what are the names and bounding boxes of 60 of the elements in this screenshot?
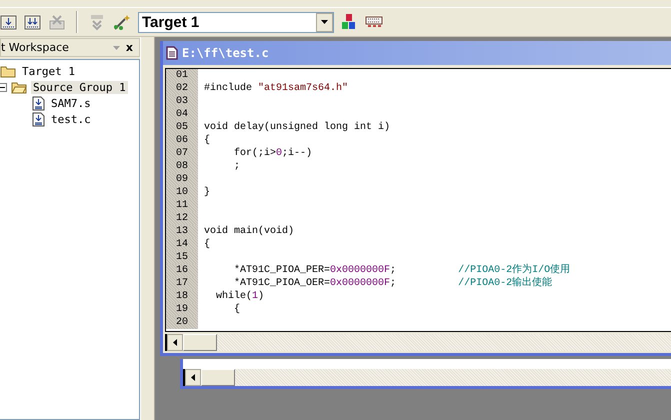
scroll-left-button[interactable]	[185, 369, 201, 386]
scroll-left-button[interactable]	[167, 334, 183, 351]
line-number: 17	[166, 277, 198, 290]
document-icon	[166, 46, 178, 60]
scroll-thumb[interactable]	[201, 369, 235, 386]
scroll-thumb[interactable]	[183, 334, 217, 351]
folder-icon	[0, 64, 16, 78]
wand-icon[interactable]	[112, 13, 132, 31]
close-button[interactable]: x	[126, 42, 133, 53]
line-number: 12	[166, 212, 198, 225]
code-line: {	[203, 238, 210, 251]
line-number: 07	[166, 147, 198, 160]
code-line: for(;i>0;i--)	[233, 147, 312, 160]
horizontal-scrollbar[interactable]	[165, 334, 671, 351]
line-number: 20	[166, 316, 198, 329]
line-number: 10	[166, 186, 198, 199]
blocks-icon[interactable]	[340, 13, 358, 31]
line-number: 15	[166, 251, 198, 264]
code-line: while(1)	[215, 290, 264, 303]
code-line: void delay(unsigned long int i)	[203, 121, 390, 134]
file-icon	[32, 112, 45, 126]
line-number: 08	[166, 160, 198, 173]
tree-item[interactable]: test.c	[49, 112, 93, 126]
dropdown-button[interactable]	[316, 12, 333, 32]
tree-item[interactable]: Source Group 1	[31, 80, 128, 94]
line-number: 09	[166, 173, 198, 186]
line-number: 02	[166, 82, 198, 95]
line-number: 05	[166, 121, 198, 134]
line-number: 01	[166, 69, 198, 82]
code-line: void main(void)	[203, 225, 294, 238]
left-arrow-icon	[191, 374, 195, 381]
left-arrow-icon	[173, 339, 177, 346]
target-select[interactable]: Target 1	[138, 12, 334, 32]
code-line: {	[233, 303, 240, 316]
line-number: 03	[166, 95, 198, 108]
file-icon	[32, 96, 45, 110]
line-number: 04	[166, 108, 198, 121]
folder-icon	[11, 80, 27, 94]
code-line: #include "at91sam7s64.h"	[203, 82, 348, 95]
line-number: 11	[166, 199, 198, 212]
line-number: 19	[166, 303, 198, 316]
horizontal-scrollbar[interactable]	[183, 369, 671, 386]
code-line: ;	[233, 160, 240, 173]
panel-title: t Workspace	[1, 41, 69, 54]
code-line: *AT91C_PIOA_PER=0x0000000F; //PIOA0-2作为I/O使用	[233, 264, 570, 276]
window-title: E:\ff\test.c	[182, 46, 269, 60]
tree-item[interactable]: SAM7.s	[49, 96, 93, 110]
code-line: *AT91C_PIOA_OER=0x0000000F; //PIOA0-2输出使能	[233, 277, 552, 290]
line-number: 16	[166, 264, 198, 277]
code-line: }	[203, 186, 210, 199]
line-number: 14	[166, 238, 198, 251]
line-number: 18	[166, 290, 198, 303]
line-number: 06	[166, 134, 198, 147]
download-icon[interactable]	[0, 13, 18, 31]
line-number: 13	[166, 225, 198, 238]
collapse-icon[interactable]	[0, 82, 7, 92]
caret-icon	[321, 20, 328, 24]
code-line: {	[203, 134, 210, 147]
download-icon[interactable]	[24, 13, 42, 31]
tree-item[interactable]: Target 1	[20, 64, 77, 78]
